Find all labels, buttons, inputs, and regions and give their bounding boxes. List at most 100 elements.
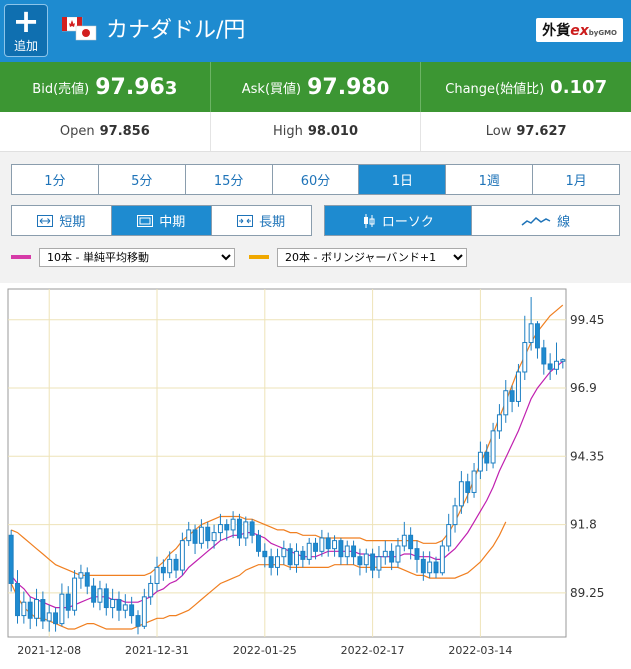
line-chart-icon (521, 216, 551, 226)
period-button-6[interactable]: 1月 (533, 165, 619, 194)
header: + 追加 カナダドル/円 外貨exbyGMO (0, 0, 631, 62)
candle-body (313, 542, 318, 552)
period-button-0[interactable]: 1分 (12, 165, 99, 194)
candle-body (351, 545, 357, 558)
candle-body (21, 601, 27, 617)
candle-body (236, 518, 242, 539)
candlestick-icon (363, 213, 375, 228)
mode-row: 短期 中期 長期 ローソク 線 (11, 205, 620, 236)
candle-body (528, 323, 534, 344)
candle-body (294, 550, 299, 566)
candle-body (357, 556, 363, 566)
candle-body (160, 566, 166, 574)
candle-body (15, 582, 20, 617)
candle-body (110, 599, 116, 609)
add-button-label: 追加 (13, 39, 38, 53)
candle-body (427, 561, 433, 574)
candle-body (103, 588, 109, 609)
page-title: カナダドル/円 (106, 18, 246, 43)
candle-body (420, 558, 426, 574)
candle-body (503, 390, 509, 416)
candle-body (249, 521, 255, 536)
term-short-button[interactable]: 短期 (12, 206, 112, 235)
candle-body (281, 548, 287, 558)
candle-body (78, 572, 84, 579)
term-long-button[interactable]: 長期 (212, 206, 311, 235)
period-button-5[interactable]: 1週 (446, 165, 534, 194)
price-chart[interactable]: 99.45 96.9 94.35 91.8 89.25 2021-12-08 2021-12… (0, 283, 631, 669)
candle-body (439, 545, 445, 574)
candle-body (27, 601, 33, 619)
term-selector: 短期 中期 長期 (11, 205, 312, 236)
candle-body (129, 604, 135, 617)
y-tick-label: 94.35 (570, 449, 604, 463)
bb-select[interactable]: 20本 - ボリンジャーバンド+1 (277, 247, 467, 267)
candle-body (192, 529, 198, 544)
candlestick-chart[interactable]: 99.45 96.9 94.35 91.8 89.25 2021-12-08 2021-12… (0, 283, 631, 669)
sma-select[interactable]: 10本 - 単純平均移動 (39, 247, 235, 267)
expand-arrows-icon (37, 214, 54, 227)
term-mid-button[interactable]: 中期 (111, 206, 212, 235)
candle-body (256, 534, 261, 552)
y-tick-label: 96.9 (570, 381, 597, 395)
candle-body (541, 347, 547, 365)
candle-body (230, 518, 236, 531)
candlestick-button[interactable]: ローソク (324, 206, 473, 235)
plus-icon: + (12, 2, 40, 40)
candle-body (496, 414, 502, 432)
candle-body (97, 588, 103, 603)
window-icon (137, 214, 154, 227)
candle-body (465, 481, 471, 493)
candle-body (167, 558, 173, 574)
candle-body (452, 505, 458, 526)
indicator-row: 10本 - 単純平均移動 20本 - ボリンジャーバンド+1 (11, 247, 620, 267)
candle-body (490, 430, 496, 464)
candle-body (458, 481, 464, 507)
candle-body (344, 545, 350, 558)
period-button-4[interactable]: 1日 (359, 165, 447, 194)
candle-body (186, 529, 192, 542)
x-tick-label: 2021-12-31 (125, 644, 189, 657)
add-button[interactable]: + 追加 (4, 4, 48, 57)
bid-quote[interactable]: Bid(売値) 97.963 (0, 62, 211, 112)
ask-quote[interactable]: Ask(買値) 97.980 (211, 62, 422, 112)
candle-body (224, 524, 230, 531)
candle-body (179, 540, 185, 571)
candle-body (205, 526, 211, 542)
candle-body (72, 577, 78, 611)
candle-body (306, 542, 312, 560)
period-selector: 1分 5分 15分 60分 1日 1週 1月 (11, 164, 620, 195)
candle-body (198, 526, 204, 544)
line-button[interactable]: 線 (472, 206, 619, 235)
candle-body (319, 537, 325, 552)
candle-body (148, 582, 154, 598)
period-button-2[interactable]: 15分 (186, 165, 273, 194)
canada-japan-flag-icon (62, 17, 97, 41)
candle-body (535, 323, 540, 349)
period-button-3[interactable]: 60分 (273, 165, 360, 194)
change-quote: Change(始値比) 0.107 (445, 76, 608, 98)
candle-body (91, 585, 97, 603)
candle-body (509, 390, 515, 402)
candle-body (325, 537, 331, 550)
candle-body (446, 524, 452, 547)
candle-body (401, 534, 407, 547)
candle-body (116, 599, 122, 611)
candle-body (332, 540, 338, 550)
y-tick-label: 91.8 (570, 518, 597, 532)
candle-body (211, 532, 217, 542)
candle-body (122, 604, 128, 611)
candle-body (262, 550, 268, 558)
high-value: High 98.010 (211, 112, 422, 151)
candle-body (300, 550, 306, 560)
candle-body (484, 451, 490, 464)
x-tick-label: 2022-03-14 (448, 644, 512, 657)
candle-body (408, 534, 414, 550)
candle-body (414, 548, 420, 560)
candle-body (547, 363, 553, 370)
candle-body (560, 359, 566, 362)
candle-body (65, 593, 71, 611)
period-button-1[interactable]: 5分 (99, 165, 186, 194)
candle-body (554, 360, 559, 370)
open-value: Open 97.856 (0, 112, 211, 151)
